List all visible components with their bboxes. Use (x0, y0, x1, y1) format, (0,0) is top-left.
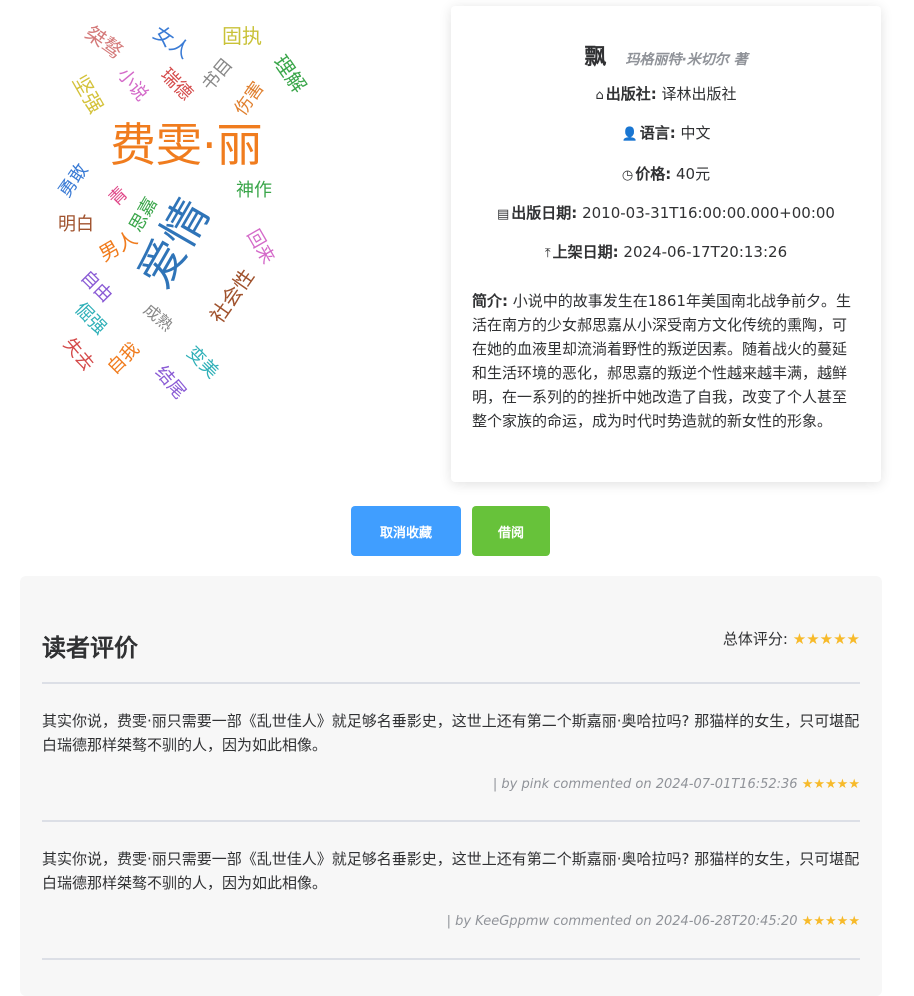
divider (42, 958, 860, 960)
pub-date-row: ▤ 出版日期: 2010-03-31T16:00:00.000+00:00 (451, 202, 881, 223)
publisher-label: 出版社: (605, 85, 657, 103)
shelf-date-label: 上架日期: (552, 243, 619, 261)
cloud-word: 费雯·丽 (110, 118, 263, 172)
price-label: 价格: (635, 165, 672, 183)
cloud-word: 理解 (268, 50, 312, 98)
publisher-value: 译林出版社 (661, 85, 737, 103)
divider (42, 682, 860, 684)
shelf-date-value: 2024-06-17T20:13:26 (623, 243, 788, 261)
borrow-button[interactable]: 借阅 (472, 506, 550, 556)
overall-rating-label: 总体评分: (722, 630, 788, 648)
review-meta: | by pink commented on 2024-07-01T16:52:… (493, 777, 860, 792)
book-title-row: 飘 玛格丽特·米切尔 著 (451, 39, 881, 71)
publisher-row: ⌂ 出版社: 译林出版社 (451, 83, 881, 104)
shelf-date-row: ⤒ 上架日期: 2024-06-17T20:13:26 (451, 241, 881, 262)
cloud-word: 社会性 (204, 264, 260, 328)
review-text: 其实你说，费雯·丽只需要一部《乱世佳人》就足够名垂影史，这世上还有第二个斯嘉丽·… (42, 850, 860, 892)
cloud-word: 神作 (236, 180, 272, 201)
price-tag-icon: ◷ (621, 168, 634, 183)
overall-rating-stars: ★★★★★ (792, 630, 860, 648)
review-stars: ★★★★★ (801, 777, 860, 792)
reviews-panel: 读者评价 总体评分: ★★★★★ 其实你说，费雯·丽只需要一部《乱世佳人》就足够… (20, 576, 882, 996)
cloud-word: 女人 (148, 20, 196, 64)
review-meta: | by KeeGppmw commented on 2024-06-28T20… (447, 914, 860, 929)
pub-date-label: 出版日期: (511, 204, 578, 222)
review-text: 其实你说，费雯·丽只需要一部《乱世佳人》就足够名垂影史，这世上还有第二个斯嘉丽·… (42, 712, 860, 754)
home-icon: ⌂ (595, 88, 604, 103)
cloud-word: 桀骜 (80, 20, 128, 64)
language-value: 中文 (680, 124, 711, 142)
cloud-word: 书目 (198, 54, 238, 96)
price-value: 40元 (676, 165, 711, 183)
cloud-word: 成熟 (139, 300, 177, 336)
review-stars: ★★★★★ (801, 914, 860, 929)
book-intro: 简介: 小说中的故事发生在1861年美国南北战争前夕。生活在南方的少女郝思嘉从小… (472, 289, 860, 433)
language-label: 语言: (639, 124, 676, 142)
overall-rating: 总体评分: ★★★★★ (723, 628, 860, 649)
cloud-word: 倔强 (70, 298, 111, 339)
cloud-word: 瑞德 (156, 64, 197, 105)
word-cloud: 桀骜 女人 固执 理解 坚强 小说 瑞德 书目 伤害 费雯·丽 勇敢 青 思嘉 … (40, 10, 340, 410)
reviews-title: 读者评价 (42, 634, 138, 662)
cloud-word: 明白 (58, 214, 94, 235)
cloud-word: 失去 (58, 334, 98, 376)
cloud-word: 勇敢 (54, 159, 93, 202)
calendar-icon: ▤ (497, 207, 510, 222)
cloud-word: 固执 (222, 24, 262, 48)
intro-text: 小说中的故事发生在1861年美国南北战争前夕。生活在南方的少女郝思嘉从小深受南方… (472, 292, 851, 430)
divider (42, 820, 860, 822)
book-title: 飘 (584, 45, 607, 70)
language-row: 👤 语言: 中文 (451, 122, 881, 143)
cloud-word: 自我 (103, 338, 144, 379)
review-author-date: | by pink commented on 2024-07-01T16:52:… (492, 777, 798, 792)
cancel-favorite-button[interactable]: 取消收藏 (351, 506, 461, 556)
cloud-word: 回来 (242, 225, 279, 268)
pub-date-value: 2010-03-31T16:00:00.000+00:00 (582, 204, 835, 222)
review-author-date: | by KeeGppmw commented on 2024-06-28T20… (446, 914, 798, 929)
cloud-word: 小说 (112, 64, 152, 106)
cloud-word: 变美 (182, 342, 223, 383)
user-icon: 👤 (621, 127, 638, 142)
intro-label: 简介: (472, 292, 508, 310)
book-info-card: 飘 玛格丽特·米切尔 著 ⌂ 出版社: 译林出版社 👤 语言: 中文 ◷ 价格: 40… (451, 6, 881, 482)
cloud-word: 坚强 (67, 70, 109, 118)
book-author: 玛格丽特·米切尔 著 (625, 52, 748, 68)
cloud-word: 青 (104, 182, 133, 211)
cloud-word: 伤害 (230, 77, 269, 120)
price-row: ◷ 价格: 40元 (451, 163, 881, 184)
cloud-word: 结尾 (150, 362, 190, 404)
upload-icon: ⤒ (544, 246, 551, 261)
